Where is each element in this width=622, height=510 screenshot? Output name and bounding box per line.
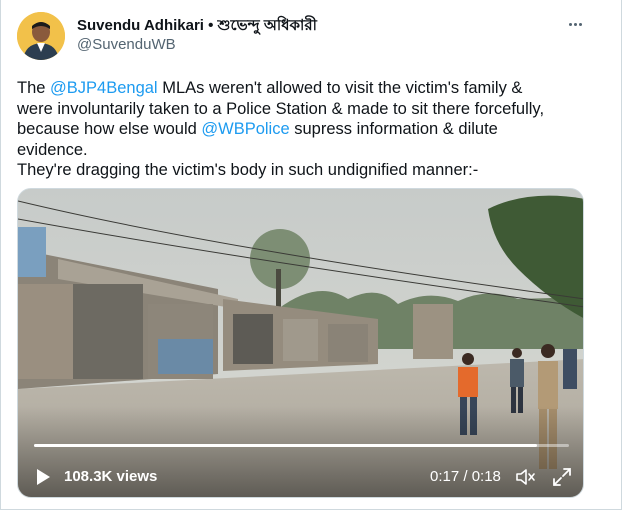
tweet-text-segment: MLAs weren't allowed to visit the victim… (157, 79, 523, 97)
video-progress-bar[interactable] (34, 444, 569, 447)
tweet-line-4: evidence. (17, 140, 88, 159)
tweet-line-3: because how else would @WBPolice supress… (17, 119, 601, 140)
tweet-line-5: They're dragging the victim's body in su… (17, 161, 479, 179)
video-progress-fill (34, 444, 537, 447)
tweet-text-segment: because how else would (17, 120, 202, 138)
author-avatar[interactable] (17, 12, 65, 60)
mention-bjp4bengal[interactable]: @BJP4Bengal (50, 79, 158, 97)
video-player[interactable]: 108.3K views 0:17 / 0:18 (17, 188, 584, 498)
fullscreen-icon[interactable] (551, 466, 573, 488)
play-icon[interactable] (34, 468, 52, 486)
tweet-text: The @BJP4Bengal MLAs weren't allowed to … (17, 78, 601, 181)
tweet-line-2: were involuntarily taken to a Police Sta… (17, 99, 545, 118)
video-controls: 108.3K views 0:17 / 0:18 (18, 457, 583, 497)
view-count: 108.3K views (64, 468, 158, 485)
tweet-line-1: The @BJP4Bengal MLAs weren't allowed to … (17, 78, 601, 99)
more-horizontal-icon[interactable] (565, 14, 585, 34)
avatar-image (17, 12, 65, 60)
video-time: 0:17 / 0:18 (430, 468, 501, 485)
author-handle[interactable]: @SuvenduWB (77, 36, 176, 53)
tweet-card: Suvendu Adhikari • শুভেন্দু অধিকারী @Suv… (0, 0, 622, 510)
tweet-text-segment: supress information & dilute (289, 120, 498, 138)
tweet-text-segment: The (17, 79, 51, 97)
volume-muted-icon[interactable] (514, 466, 536, 488)
video-frame (18, 189, 583, 497)
mention-wbpolice[interactable]: @WBPolice (201, 120, 289, 138)
